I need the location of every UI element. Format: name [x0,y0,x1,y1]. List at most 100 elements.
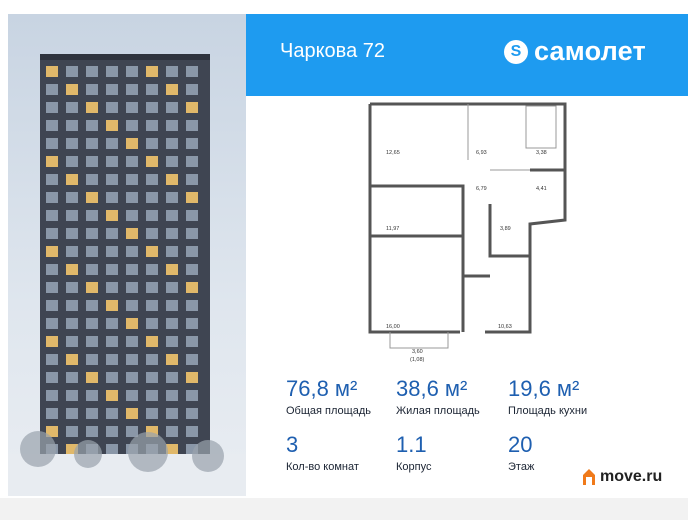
window-decoration [126,66,138,77]
window-decoration [86,228,98,239]
window-decoration [106,300,118,311]
window-decoration [46,84,58,95]
window-decoration [106,138,118,149]
room-label: 3,38 [536,150,547,156]
window-decoration [166,120,178,131]
window-decoration [126,138,138,149]
window-decoration [86,102,98,113]
window-decoration [86,210,98,221]
room-label: 3,60 [412,349,423,355]
window-decoration [66,300,78,311]
window-decoration [86,138,98,149]
window-decoration [166,264,178,275]
window-decoration [46,336,58,347]
window-decoration [186,282,198,293]
window-decoration [186,138,198,149]
window-decoration [106,102,118,113]
window-decoration [146,102,158,113]
window-decoration [46,156,58,167]
footer-bar [0,498,688,520]
window-decoration [46,228,58,239]
samolet-logo[interactable]: S самолет [504,36,646,67]
stat-floor: 20 Этаж [508,432,534,473]
window-decoration [66,246,78,257]
window-decoration [46,102,58,113]
stat-label: Площадь кухни [508,405,588,417]
window-decoration [146,156,158,167]
window-decoration [86,120,98,131]
window-decoration [66,228,78,239]
window-decoration [186,264,198,275]
building-photo [8,14,246,496]
window-decoration [186,102,198,113]
window-decoration [86,336,98,347]
window-decoration [106,282,118,293]
window-decoration [106,210,118,221]
window-decoration [166,318,178,329]
window-decoration [86,282,98,293]
window-decoration [166,84,178,95]
window-decoration [66,354,78,365]
window-decoration [146,354,158,365]
window-decoration [166,300,178,311]
complex-address: Чаркова 72 [280,40,385,62]
samolet-logo-text: самолет [534,36,646,66]
window-decoration [146,210,158,221]
window-decoration [106,156,118,167]
window-decoration [106,84,118,95]
window-decoration [126,120,138,131]
window-decoration [146,84,158,95]
window-decoration [166,336,178,347]
window-decoration [146,66,158,77]
window-decoration [166,228,178,239]
window-decoration [66,264,78,275]
window-decoration [126,228,138,239]
room-label: 3,89 [500,226,511,232]
stat-label: Жилая площадь [396,405,480,417]
move-ru-text: move.ru [600,468,663,485]
window-decoration [66,210,78,221]
window-decoration [146,318,158,329]
window-decoration [146,120,158,131]
window-decoration [66,318,78,329]
room-label: 16,00 [386,324,400,330]
window-decoration [186,174,198,185]
window-decoration [186,300,198,311]
window-decoration [46,246,58,257]
window-decoration [46,138,58,149]
window-decoration [66,84,78,95]
window-decoration [106,120,118,131]
window-decoration [86,192,98,203]
window-decoration [166,192,178,203]
window-decoration [186,84,198,95]
room-label: 11,97 [386,226,399,232]
window-decoration [146,336,158,347]
window-decoration [126,264,138,275]
window-decoration [146,192,158,203]
window-decoration [166,138,178,149]
room-label: 4,41 [536,186,547,192]
snow-trees [8,431,246,496]
window-decoration [146,228,158,239]
window-decoration [86,174,98,185]
window-decoration [146,138,158,149]
window-decoration [126,156,138,167]
window-decoration [126,282,138,293]
room-label: (1,08) [410,357,425,363]
window-decoration [86,372,98,383]
window-decoration [66,372,78,383]
window-decoration [66,336,78,347]
stat-label: Корпус [396,461,432,473]
window-decoration [86,84,98,95]
window-decoration [86,66,98,77]
window-decoration [166,156,178,167]
window-decoration [106,228,118,239]
window-decoration [126,192,138,203]
stat-value: 3 [286,432,299,457]
stat-building: 1.1 Корпус [396,432,431,473]
move-ru-logo[interactable]: move.ru [582,468,662,486]
window-decoration [186,318,198,329]
window-decoration [106,192,118,203]
window-decoration [126,318,138,329]
window-decoration [166,354,178,365]
